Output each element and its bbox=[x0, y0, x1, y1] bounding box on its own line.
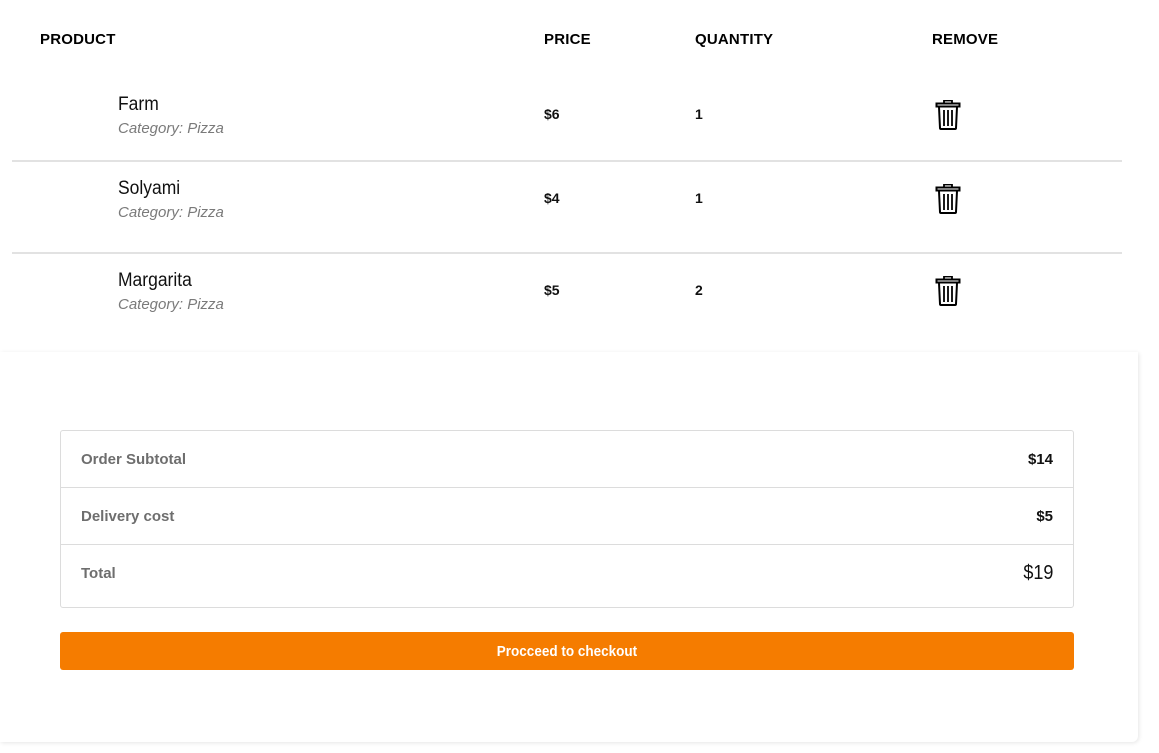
column-header-quantity: QUANTITY bbox=[695, 31, 774, 48]
product-quantity: 1 bbox=[695, 190, 703, 206]
order-summary-box: Order Subtotal $14 Delivery cost $5 Tota… bbox=[60, 430, 1074, 608]
remove-item-button[interactable] bbox=[932, 182, 964, 216]
cart-row: Margarita Category: Pizza $5 2 bbox=[12, 254, 1122, 344]
total-row: Total $19 bbox=[61, 545, 1073, 607]
order-summary-card: Order Subtotal $14 Delivery cost $5 Tota… bbox=[0, 352, 1138, 742]
trash-icon[interactable] bbox=[935, 100, 961, 130]
subtotal-value: $14 bbox=[1027, 451, 1053, 468]
cart-page: PRODUCT PRICE QUANTITY REMOVE Farm Categ… bbox=[0, 0, 1159, 753]
product-price: $6 bbox=[544, 106, 560, 122]
delivery-value: $5 bbox=[1036, 508, 1053, 525]
column-header-remove: REMOVE bbox=[932, 31, 999, 48]
cart-row: Farm Category: Pizza $6 1 bbox=[12, 78, 1122, 162]
product-category: Category: Pizza bbox=[118, 296, 224, 313]
column-header-price: PRICE bbox=[544, 31, 591, 48]
subtotal-row: Order Subtotal $14 bbox=[61, 431, 1073, 488]
checkout-button[interactable]: Procceed to checkout bbox=[60, 632, 1074, 670]
product-name: Solyami bbox=[118, 178, 181, 199]
product-category: Category: Pizza bbox=[118, 204, 224, 221]
delivery-row: Delivery cost $5 bbox=[61, 488, 1073, 545]
cart-table-header: PRODUCT PRICE QUANTITY REMOVE bbox=[12, 0, 1122, 78]
product-quantity: 2 bbox=[695, 282, 703, 298]
delivery-label: Delivery cost bbox=[81, 508, 175, 525]
product-category: Category: Pizza bbox=[118, 120, 224, 137]
product-price: $4 bbox=[544, 190, 560, 206]
checkout-button-label: Procceed to checkout bbox=[496, 642, 638, 660]
remove-item-button[interactable] bbox=[932, 98, 964, 132]
total-value: $19 bbox=[1022, 562, 1053, 584]
cart-row: Solyami Category: Pizza $4 1 bbox=[12, 162, 1122, 254]
product-name: Farm bbox=[118, 94, 159, 115]
trash-icon[interactable] bbox=[935, 184, 961, 214]
cart-table: PRODUCT PRICE QUANTITY REMOVE Farm Categ… bbox=[12, 0, 1122, 344]
product-name: Margarita bbox=[118, 270, 192, 291]
column-header-product: PRODUCT bbox=[40, 31, 116, 48]
total-label: Total bbox=[81, 565, 116, 582]
subtotal-label: Order Subtotal bbox=[81, 451, 187, 468]
trash-icon[interactable] bbox=[935, 276, 961, 306]
product-quantity: 1 bbox=[695, 106, 703, 122]
product-price: $5 bbox=[544, 282, 560, 298]
remove-item-button[interactable] bbox=[932, 274, 964, 308]
